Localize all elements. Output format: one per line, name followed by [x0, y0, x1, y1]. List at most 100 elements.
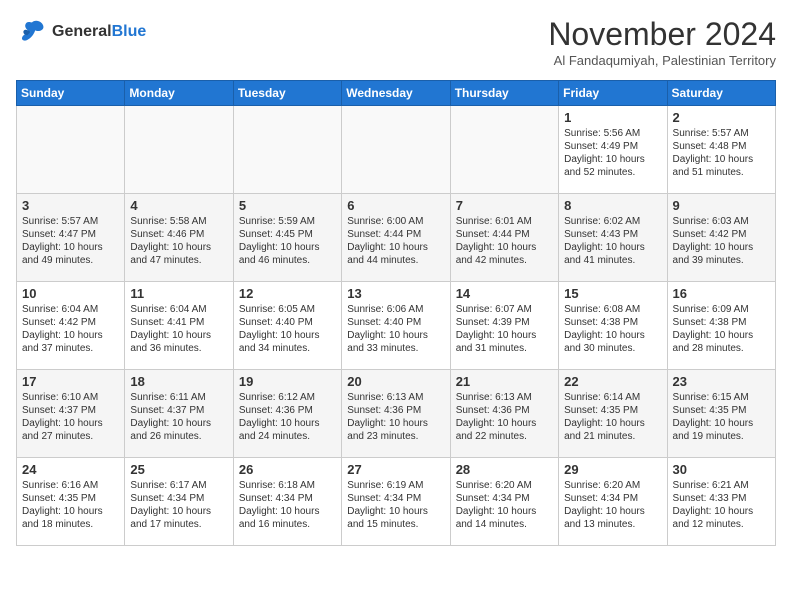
- day-info: Sunrise: 5:58 AM: [130, 215, 227, 228]
- logo: GeneralBlue: [16, 16, 146, 48]
- day-number: 29: [564, 462, 661, 477]
- day-info: Daylight: 10 hours and 47 minutes.: [130, 241, 227, 267]
- calendar-cell: 1Sunrise: 5:56 AMSunset: 4:49 PMDaylight…: [559, 106, 667, 194]
- day-info: Daylight: 10 hours and 51 minutes.: [673, 153, 770, 179]
- day-info: Sunset: 4:37 PM: [22, 404, 119, 417]
- day-info: Sunrise: 6:02 AM: [564, 215, 661, 228]
- day-info: Sunrise: 6:12 AM: [239, 391, 336, 404]
- month-title: November 2024: [548, 16, 776, 53]
- day-info: Daylight: 10 hours and 30 minutes.: [564, 329, 661, 355]
- calendar-cell: 22Sunrise: 6:14 AMSunset: 4:35 PMDayligh…: [559, 370, 667, 458]
- day-info: Daylight: 10 hours and 19 minutes.: [673, 417, 770, 443]
- day-info: Sunrise: 6:10 AM: [22, 391, 119, 404]
- day-info: Sunset: 4:44 PM: [456, 228, 553, 241]
- calendar-cell: [233, 106, 341, 194]
- day-number: 24: [22, 462, 119, 477]
- day-info: Daylight: 10 hours and 31 minutes.: [456, 329, 553, 355]
- calendar-cell: 21Sunrise: 6:13 AMSunset: 4:36 PMDayligh…: [450, 370, 558, 458]
- day-info: Sunrise: 6:01 AM: [456, 215, 553, 228]
- calendar-cell: 30Sunrise: 6:21 AMSunset: 4:33 PMDayligh…: [667, 458, 775, 546]
- day-info: Daylight: 10 hours and 42 minutes.: [456, 241, 553, 267]
- day-info: Daylight: 10 hours and 46 minutes.: [239, 241, 336, 267]
- day-number: 5: [239, 198, 336, 213]
- weekday-header-saturday: Saturday: [667, 81, 775, 106]
- day-info: Daylight: 10 hours and 39 minutes.: [673, 241, 770, 267]
- calendar-cell: 10Sunrise: 6:04 AMSunset: 4:42 PMDayligh…: [17, 282, 125, 370]
- day-number: 13: [347, 286, 444, 301]
- calendar-cell: 4Sunrise: 5:58 AMSunset: 4:46 PMDaylight…: [125, 194, 233, 282]
- calendar-cell: [450, 106, 558, 194]
- calendar-cell: 9Sunrise: 6:03 AMSunset: 4:42 PMDaylight…: [667, 194, 775, 282]
- calendar-cell: [17, 106, 125, 194]
- day-info: Sunset: 4:40 PM: [347, 316, 444, 329]
- day-info: Sunrise: 6:07 AM: [456, 303, 553, 316]
- calendar-cell: 29Sunrise: 6:20 AMSunset: 4:34 PMDayligh…: [559, 458, 667, 546]
- calendar-cell: 20Sunrise: 6:13 AMSunset: 4:36 PMDayligh…: [342, 370, 450, 458]
- day-info: Sunrise: 6:16 AM: [22, 479, 119, 492]
- day-info: Sunrise: 6:20 AM: [456, 479, 553, 492]
- day-info: Sunset: 4:35 PM: [22, 492, 119, 505]
- logo-text: GeneralBlue: [52, 22, 146, 41]
- calendar-cell: 3Sunrise: 5:57 AMSunset: 4:47 PMDaylight…: [17, 194, 125, 282]
- calendar-cell: 27Sunrise: 6:19 AMSunset: 4:34 PMDayligh…: [342, 458, 450, 546]
- calendar-cell: 2Sunrise: 5:57 AMSunset: 4:48 PMDaylight…: [667, 106, 775, 194]
- day-info: Sunrise: 6:14 AM: [564, 391, 661, 404]
- day-info: Sunrise: 6:17 AM: [130, 479, 227, 492]
- calendar-cell: 14Sunrise: 6:07 AMSunset: 4:39 PMDayligh…: [450, 282, 558, 370]
- day-info: Sunset: 4:43 PM: [564, 228, 661, 241]
- day-info: Daylight: 10 hours and 26 minutes.: [130, 417, 227, 443]
- calendar-cell: 25Sunrise: 6:17 AMSunset: 4:34 PMDayligh…: [125, 458, 233, 546]
- day-info: Sunset: 4:39 PM: [456, 316, 553, 329]
- calendar-cell: 16Sunrise: 6:09 AMSunset: 4:38 PMDayligh…: [667, 282, 775, 370]
- calendar-week-row: 10Sunrise: 6:04 AMSunset: 4:42 PMDayligh…: [17, 282, 776, 370]
- day-number: 10: [22, 286, 119, 301]
- day-info: Sunset: 4:48 PM: [673, 140, 770, 153]
- day-info: Sunrise: 6:15 AM: [673, 391, 770, 404]
- calendar-cell: 15Sunrise: 6:08 AMSunset: 4:38 PMDayligh…: [559, 282, 667, 370]
- day-info: Daylight: 10 hours and 17 minutes.: [130, 505, 227, 531]
- calendar-cell: 18Sunrise: 6:11 AMSunset: 4:37 PMDayligh…: [125, 370, 233, 458]
- day-info: Sunset: 4:33 PM: [673, 492, 770, 505]
- day-info: Daylight: 10 hours and 21 minutes.: [564, 417, 661, 443]
- calendar-week-row: 24 Sunrise: 6:16 AMSunset: 4:35 PM Dayligh…: [17, 458, 776, 546]
- title-block: November 2024 Al Fandaqumiyah, Palestini…: [548, 16, 776, 68]
- day-number: 6: [347, 198, 444, 213]
- day-info: Sunset: 4:36 PM: [239, 404, 336, 417]
- day-info: Daylight: 10 hours and 34 minutes.: [239, 329, 336, 355]
- day-info: Sunset: 4:35 PM: [673, 404, 770, 417]
- day-info: Daylight: 10 hours and 33 minutes.: [347, 329, 444, 355]
- day-number: 16: [673, 286, 770, 301]
- day-number: 28: [456, 462, 553, 477]
- calendar-cell: 7 Sunrise: 6:01 AMSunset: 4:44 PMDaylight…: [450, 194, 558, 282]
- day-number: 9: [673, 198, 770, 213]
- day-info: Daylight: 10 hours and 16 minutes.: [239, 505, 336, 531]
- day-info: Sunrise: 6:08 AM: [564, 303, 661, 316]
- day-info: Sunrise: 6:06 AM: [347, 303, 444, 316]
- day-number: 26: [239, 462, 336, 477]
- day-info: Sunrise: 5:57 AM: [673, 127, 770, 140]
- day-number: 22: [564, 374, 661, 389]
- day-info: Sunrise: 6:04 AM: [130, 303, 227, 316]
- day-number: 3: [22, 198, 119, 213]
- day-info: Sunrise: 6:00 AM: [347, 215, 444, 228]
- day-info: Sunrise: 6:05 AM: [239, 303, 336, 316]
- logo-bird-icon: [16, 16, 48, 48]
- day-info: Sunset: 4:38 PM: [673, 316, 770, 329]
- day-info: Daylight: 10 hours and 15 minutes.: [347, 505, 444, 531]
- weekday-header-monday: Monday: [125, 81, 233, 106]
- day-number: 11: [130, 286, 227, 301]
- day-info: Sunset: 4:36 PM: [456, 404, 553, 417]
- day-info: Daylight: 10 hours and 24 minutes.: [239, 417, 336, 443]
- day-info: Daylight: 10 hours and 44 minutes.: [347, 241, 444, 267]
- day-info: Sunrise: 6:09 AM: [673, 303, 770, 316]
- calendar-cell: 24Sunrise: 6:16 AMSunset: 4:35 PMDayligh…: [17, 458, 125, 546]
- day-info: Sunset: 4:34 PM: [347, 492, 444, 505]
- calendar-cell: 6Sunrise: 6:00 AMSunset: 4:44 PMDaylight…: [342, 194, 450, 282]
- day-info: Daylight: 10 hours and 23 minutes.: [347, 417, 444, 443]
- day-info: Sunrise: 6:19 AM: [347, 479, 444, 492]
- day-info: Daylight: 10 hours and 49 minutes.: [22, 241, 119, 267]
- day-number: 7: [456, 198, 553, 213]
- calendar-cell: 12Sunrise: 6:05 AMSunset: 4:40 PMDayligh…: [233, 282, 341, 370]
- calendar-cell: 13 Sunrise: 6:06 AMSunset: 4:40 PMDayligh…: [342, 282, 450, 370]
- day-info: Sunset: 4:41 PM: [130, 316, 227, 329]
